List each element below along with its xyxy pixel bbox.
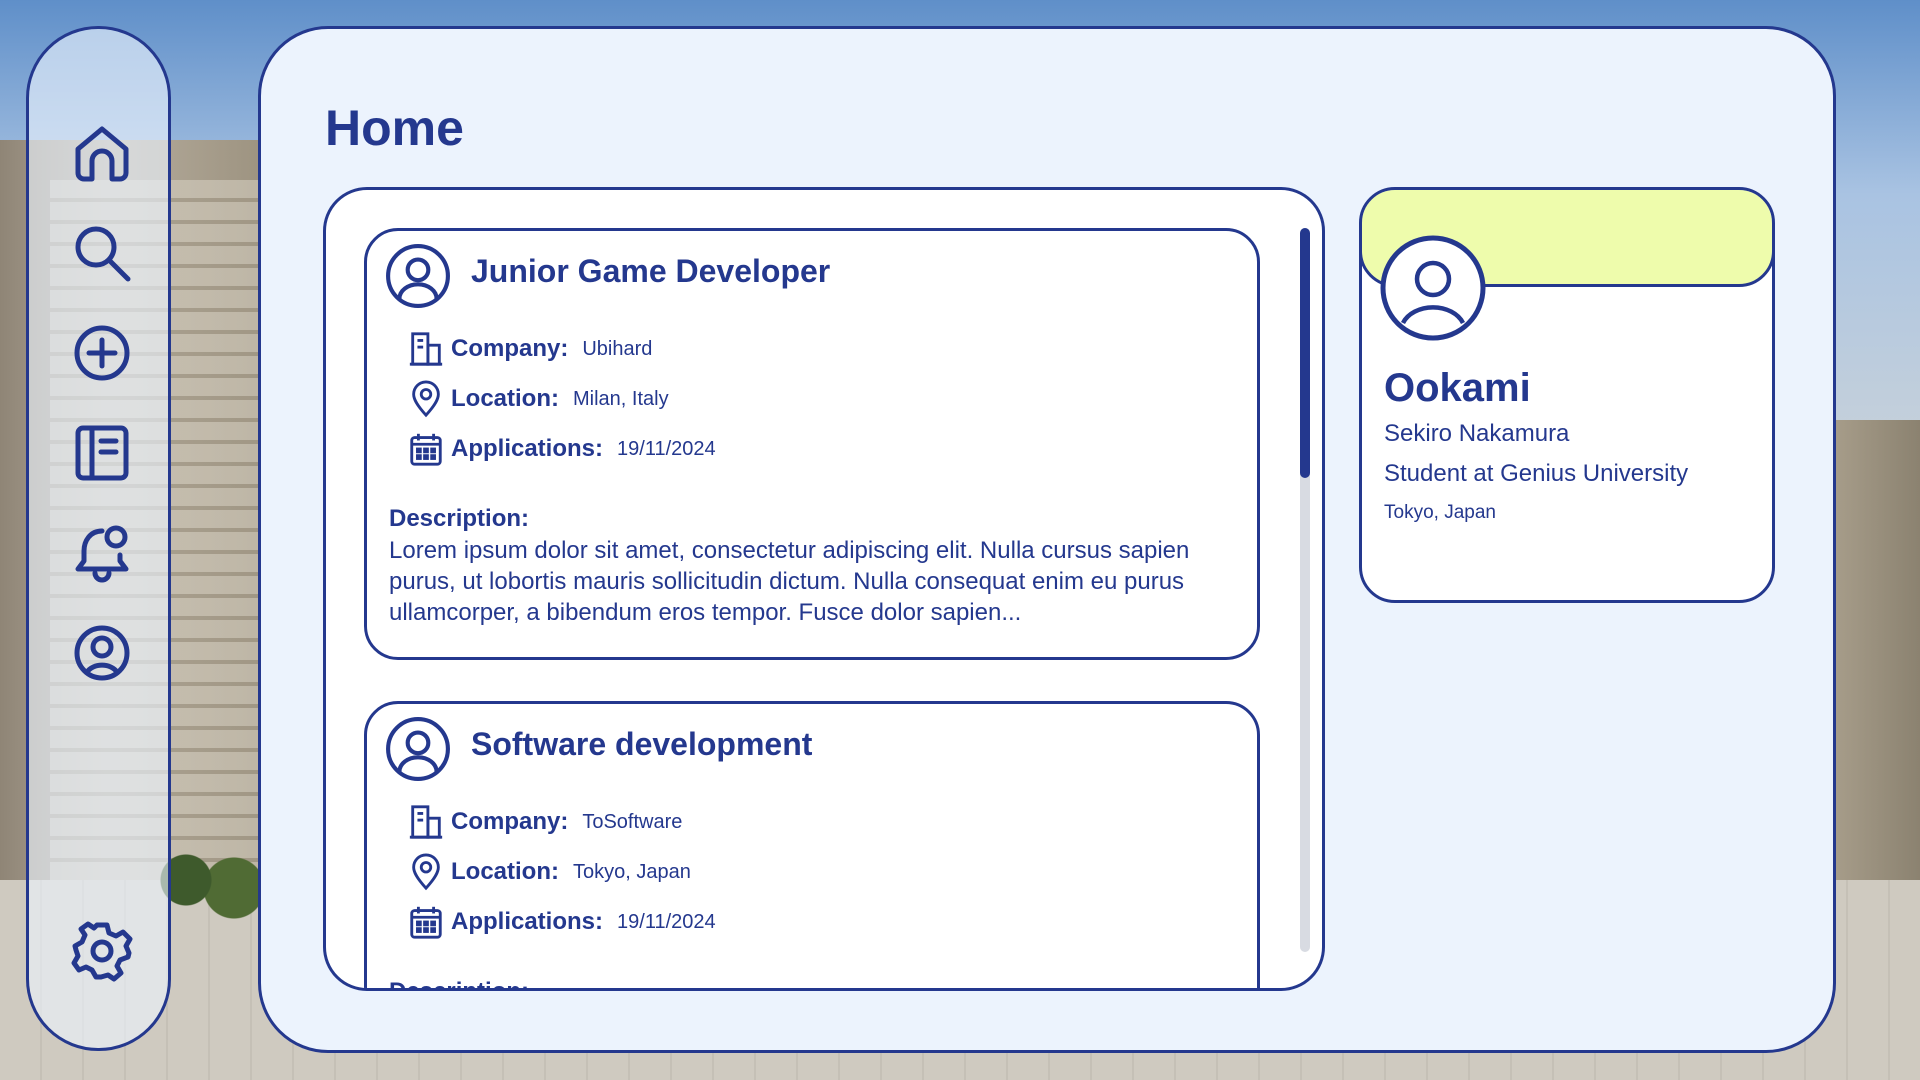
- job-title: Junior Game Developer: [471, 253, 831, 289]
- applications-row: Applications: 19/11/2024: [407, 902, 716, 942]
- applications-value: 19/11/2024: [617, 437, 716, 460]
- company-label: Company:: [451, 808, 569, 835]
- feed-scrollbar-thumb[interactable]: [1300, 228, 1310, 478]
- job-title: Software development: [471, 726, 813, 762]
- company-row: Company: ToSoftware: [407, 802, 682, 842]
- home-icon[interactable]: [29, 121, 174, 185]
- location-label: Location:: [451, 858, 559, 885]
- company-avatar-icon: [386, 244, 450, 308]
- search-icon[interactable]: [29, 221, 174, 285]
- profile-full-name: Sekiro Nakamura: [1384, 420, 1570, 447]
- building-icon: [409, 332, 443, 366]
- profile-username: Ookami: [1384, 366, 1531, 410]
- applications-label: Applications:: [451, 435, 604, 462]
- description-label: Description:: [389, 978, 529, 988]
- applications-row: Applications: 19/11/2024: [407, 429, 716, 469]
- applications-value: 19/11/2024: [617, 910, 716, 933]
- calendar-icon: [410, 906, 442, 939]
- company-value: ToSoftware: [582, 810, 683, 833]
- profile-avatar-icon: [1380, 235, 1486, 341]
- add-icon[interactable]: [29, 321, 174, 385]
- profile-role: Student at Genius University: [1384, 460, 1689, 487]
- job-feed: Junior Game Developer Company: Ubihard L…: [323, 187, 1325, 991]
- building-icon: [409, 805, 443, 839]
- company-label: Company:: [451, 335, 569, 362]
- location-value: Milan, Italy: [573, 387, 669, 410]
- job-card[interactable]: Junior Game Developer Company: Ubihard L…: [364, 228, 1260, 660]
- job-card[interactable]: Software development Company: ToSoftware…: [364, 701, 1260, 988]
- location-label: Location:: [451, 385, 559, 412]
- location-value: Tokyo, Japan: [573, 860, 691, 883]
- feed-scrollbar[interactable]: [1300, 228, 1310, 952]
- main-panel: Home Junior Game Developer Company: Ubih…: [258, 26, 1836, 1053]
- settings-icon[interactable]: [29, 919, 174, 983]
- map-pin-icon: [412, 853, 440, 891]
- map-pin-icon: [412, 380, 440, 418]
- company-avatar-icon: [386, 717, 450, 781]
- profile-location: Tokyo, Japan: [1384, 502, 1496, 523]
- notification-bell-icon[interactable]: [29, 521, 174, 585]
- profile-card[interactable]: Ookami Sekiro Nakamura Student at Genius…: [1359, 187, 1775, 603]
- location-row: Location: Tokyo, Japan: [407, 852, 691, 892]
- book-icon[interactable]: [29, 421, 174, 485]
- description-text: Lorem ipsum dolor sit amet, consectetur …: [389, 537, 1190, 626]
- page-title: Home: [325, 100, 464, 156]
- company-value: Ubihard: [582, 337, 653, 360]
- profile-icon[interactable]: [29, 621, 174, 685]
- description-label: Description:: [389, 505, 530, 532]
- calendar-icon: [410, 433, 442, 466]
- company-row: Company: Ubihard: [407, 329, 652, 369]
- sidebar: [26, 26, 171, 1051]
- background-building-right: [1830, 420, 1920, 880]
- applications-label: Applications:: [451, 908, 604, 935]
- location-row: Location: Milan, Italy: [407, 379, 669, 419]
